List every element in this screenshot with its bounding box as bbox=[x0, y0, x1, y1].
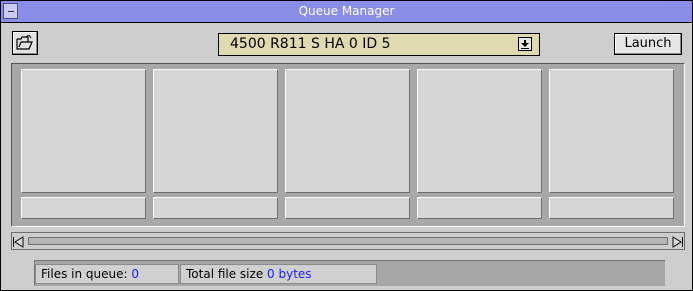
scroll-right-icon[interactable] bbox=[670, 234, 684, 248]
queue-slot[interactable] bbox=[153, 69, 278, 219]
total-file-size-label: Total file size bbox=[186, 267, 264, 281]
horizontal-scrollbar[interactable] bbox=[11, 232, 685, 250]
preset-dropdown-value: 4500 R811 S HA 0 ID 5 bbox=[230, 36, 391, 52]
queue-panel bbox=[11, 63, 685, 227]
queue-slot-label bbox=[549, 197, 674, 219]
queue-slot-label bbox=[285, 197, 410, 219]
files-in-queue-value: 0 bbox=[131, 267, 140, 281]
scroll-left-icon[interactable] bbox=[12, 234, 26, 248]
queue-slot[interactable] bbox=[21, 69, 146, 219]
queue-slot-preview[interactable] bbox=[417, 69, 542, 193]
status-bar: Files in queue: 0 Total file size 0 byte… bbox=[34, 260, 665, 286]
queue-manager-window: Queue Manager 4500 R811 S HA 0 ID 5 Laun… bbox=[0, 0, 693, 291]
queue-slot-preview[interactable] bbox=[285, 69, 410, 193]
files-in-queue-label: Files in queue: bbox=[41, 267, 128, 281]
queue-slot-label bbox=[417, 197, 542, 219]
queue-slot-preview[interactable] bbox=[549, 69, 674, 193]
queue-slot-label bbox=[21, 197, 146, 219]
dropdown-arrow-icon[interactable] bbox=[518, 37, 532, 51]
files-in-queue-status: Files in queue: 0 bbox=[35, 264, 179, 284]
launch-button[interactable]: Launch bbox=[614, 33, 682, 55]
queue-slot[interactable] bbox=[285, 69, 410, 219]
queue-slot[interactable] bbox=[549, 69, 674, 219]
open-folder-icon bbox=[16, 35, 33, 50]
queue-slot-preview[interactable] bbox=[153, 69, 278, 193]
open-file-button[interactable] bbox=[12, 31, 38, 55]
preset-dropdown[interactable]: 4500 R811 S HA 0 ID 5 bbox=[218, 33, 540, 56]
title-bar[interactable]: Queue Manager bbox=[1, 1, 692, 23]
queue-slot-preview[interactable] bbox=[21, 69, 146, 193]
queue-slot[interactable] bbox=[417, 69, 542, 219]
total-file-size-status: Total file size 0 bytes bbox=[180, 264, 377, 284]
scrollbar-track[interactable] bbox=[28, 237, 668, 245]
total-file-size-value: 0 bytes bbox=[267, 267, 312, 281]
window-title: Queue Manager bbox=[298, 4, 395, 18]
queue-slot-label bbox=[153, 197, 278, 219]
